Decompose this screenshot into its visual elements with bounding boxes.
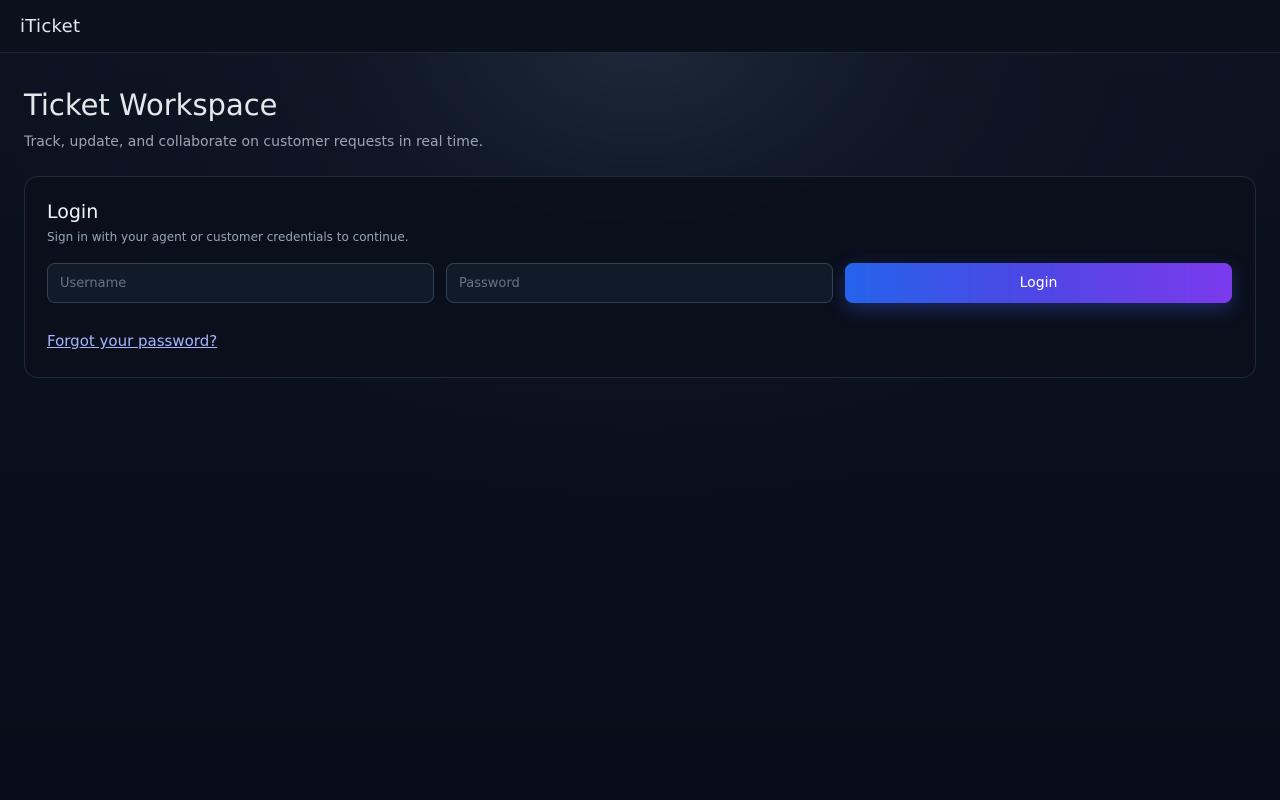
brand-logo[interactable]: iTicket	[20, 16, 80, 37]
top-bar: iTicket	[0, 0, 1280, 53]
login-subtitle: Sign in with your agent or customer cred…	[47, 230, 409, 244]
login-card: Login Sign in with your agent or custome…	[24, 176, 1256, 378]
main-content: Ticket Workspace Track, update, and coll…	[24, 53, 1256, 378]
login-title: Login	[47, 201, 99, 223]
login-button[interactable]: Login	[845, 263, 1232, 303]
username-input[interactable]	[47, 263, 434, 303]
forgot-password-link[interactable]: Forgot your password?	[47, 332, 217, 350]
page-title: Ticket Workspace	[24, 88, 278, 122]
page-subtitle: Track, update, and collaborate on custom…	[24, 134, 484, 150]
login-form: Login	[47, 263, 1233, 303]
password-input[interactable]	[446, 263, 833, 303]
